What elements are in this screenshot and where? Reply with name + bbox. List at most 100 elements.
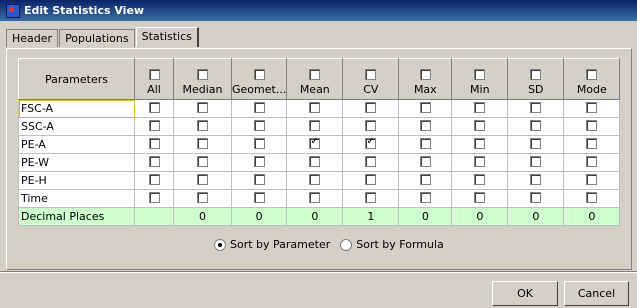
stat-checkbox[interactable]: [530, 137, 542, 149]
decimal-places-cell[interactable]: 0: [230, 207, 288, 226]
stat-checkbox[interactable]: [148, 173, 160, 185]
stat-checkbox[interactable]: [419, 173, 431, 185]
stat-checkbox[interactable]: [419, 137, 431, 149]
stat-checkbox[interactable]: [530, 119, 542, 131]
column-select-checkbox[interactable]: [586, 69, 598, 80]
tab-statistics[interactable]: Statistics: [135, 27, 199, 47]
stat-checkbox[interactable]: [586, 137, 598, 149]
parameter-name-cell[interactable]: Time: [18, 189, 135, 208]
stat-checkbox[interactable]: [253, 173, 265, 185]
column-select-checkbox[interactable]: [253, 69, 265, 80]
sort-by-formula-label[interactable]: Sort by Formula: [356, 238, 444, 251]
stat-checkbox[interactable]: [586, 155, 598, 167]
parameter-name-cell[interactable]: SSC-A: [18, 117, 135, 136]
stat-checkbox[interactable]: [419, 119, 431, 131]
stat-checkbox[interactable]: [365, 173, 377, 185]
column-select-checkbox[interactable]: [148, 69, 160, 80]
stat-checkbox[interactable]: [419, 101, 431, 113]
stat-checkbox[interactable]: [530, 101, 542, 113]
stat-checkbox[interactable]: [365, 155, 377, 167]
cancel-button[interactable]: Cancel: [564, 281, 629, 306]
stat-checkbox[interactable]: [586, 191, 598, 203]
column-select-checkbox[interactable]: [530, 69, 542, 80]
stat-checkbox[interactable]: [253, 191, 265, 203]
stat-checkbox[interactable]: [474, 191, 486, 203]
column-select-checkbox[interactable]: [309, 69, 321, 80]
stat-checkbox[interactable]: [309, 136, 321, 149]
stat-checkbox[interactable]: [197, 155, 208, 167]
stat-checkbox[interactable]: [309, 191, 321, 203]
parameter-name-cell[interactable]: PE-H: [18, 171, 135, 190]
stat-checkbox[interactable]: [148, 119, 160, 131]
column-header-mean: Mean: [286, 58, 344, 100]
stat-checkbox[interactable]: [474, 155, 486, 167]
stat-checkbox[interactable]: [148, 101, 160, 113]
stat-checkbox[interactable]: [530, 191, 542, 203]
stat-cell: [342, 153, 400, 172]
stat-checkbox[interactable]: [148, 191, 160, 203]
stat-checkbox[interactable]: [253, 119, 265, 131]
parameter-name-cell[interactable]: PE-W: [18, 153, 135, 172]
sort-by-formula-radio[interactable]: [340, 238, 353, 251]
stat-checkbox[interactable]: [474, 173, 486, 185]
title-bar: Edit Statistics View: [0, 0, 637, 21]
table-row: SSC-A: [18, 117, 621, 136]
decimal-places-cell[interactable]: [134, 207, 174, 226]
tab-header[interactable]: Header: [6, 29, 59, 47]
stat-checkbox[interactable]: [309, 155, 321, 167]
stat-checkbox[interactable]: [309, 119, 321, 131]
stat-checkbox[interactable]: [197, 173, 208, 185]
stat-checkbox[interactable]: [474, 137, 486, 149]
decimal-places-row: Decimal Places 0 0 0 1 0 0 0 0: [18, 207, 621, 226]
stat-checkbox[interactable]: [419, 191, 431, 203]
stat-checkbox[interactable]: [365, 191, 377, 203]
stat-checkbox[interactable]: [474, 119, 486, 131]
stat-checkbox[interactable]: [586, 119, 598, 131]
stat-checkbox[interactable]: [530, 173, 542, 185]
stat-checkbox[interactable]: [309, 173, 321, 185]
stat-checkbox[interactable]: [365, 101, 377, 113]
column-select-checkbox[interactable]: [419, 69, 431, 80]
stat-checkbox[interactable]: [586, 101, 598, 113]
stat-checkbox[interactable]: [148, 137, 160, 149]
tab-populations[interactable]: Populations: [59, 29, 135, 47]
stat-cell: [173, 117, 232, 136]
stat-checkbox[interactable]: [530, 155, 542, 167]
decimal-places-cell[interactable]: 0: [507, 207, 565, 226]
stat-cell: [398, 189, 453, 208]
sort-by-parameter-radio[interactable]: [214, 238, 226, 251]
stat-cell: [507, 99, 565, 118]
stat-checkbox[interactable]: [419, 155, 431, 167]
column-label: CV: [363, 83, 379, 96]
stat-checkbox[interactable]: [586, 173, 598, 185]
parameter-name-cell[interactable]: FSC-A: [18, 99, 135, 118]
tab-strip: Header Populations Statistics: [6, 27, 200, 48]
stat-checkbox[interactable]: [197, 119, 208, 131]
decimal-places-cell[interactable]: 0: [173, 207, 232, 226]
stat-checkbox[interactable]: [309, 101, 321, 113]
column-label: Mode: [576, 83, 607, 96]
decimal-places-cell[interactable]: 0: [563, 207, 621, 226]
decimal-places-cell[interactable]: 0: [451, 207, 509, 226]
decimal-places-cell[interactable]: 1: [342, 207, 400, 226]
stat-checkbox[interactable]: [253, 155, 265, 167]
stat-checkbox[interactable]: [148, 155, 160, 167]
stat-checkbox[interactable]: [365, 136, 377, 149]
stat-checkbox[interactable]: [474, 101, 486, 113]
ok-button[interactable]: OK: [492, 281, 558, 306]
stat-checkbox[interactable]: [253, 137, 265, 149]
stat-checkbox[interactable]: [197, 191, 208, 203]
sort-by-parameter-label[interactable]: Sort by Parameter: [230, 238, 330, 251]
decimal-places-cell[interactable]: 0: [398, 207, 453, 226]
stat-checkbox[interactable]: [253, 101, 265, 113]
column-select-checkbox[interactable]: [197, 69, 208, 80]
decimal-places-cell[interactable]: 0: [286, 207, 344, 226]
column-select-checkbox[interactable]: [474, 69, 486, 80]
parameter-name-cell[interactable]: PE-A: [18, 135, 135, 154]
parameters-header: Parameters: [18, 58, 135, 100]
stat-checkbox[interactable]: [197, 101, 208, 113]
stat-checkbox[interactable]: [197, 137, 208, 149]
statistics-table: Parameters All Median Geomet... Mean CV Max Min…: [18, 58, 621, 226]
stat-checkbox[interactable]: [365, 119, 377, 131]
column-select-checkbox[interactable]: [365, 69, 377, 80]
